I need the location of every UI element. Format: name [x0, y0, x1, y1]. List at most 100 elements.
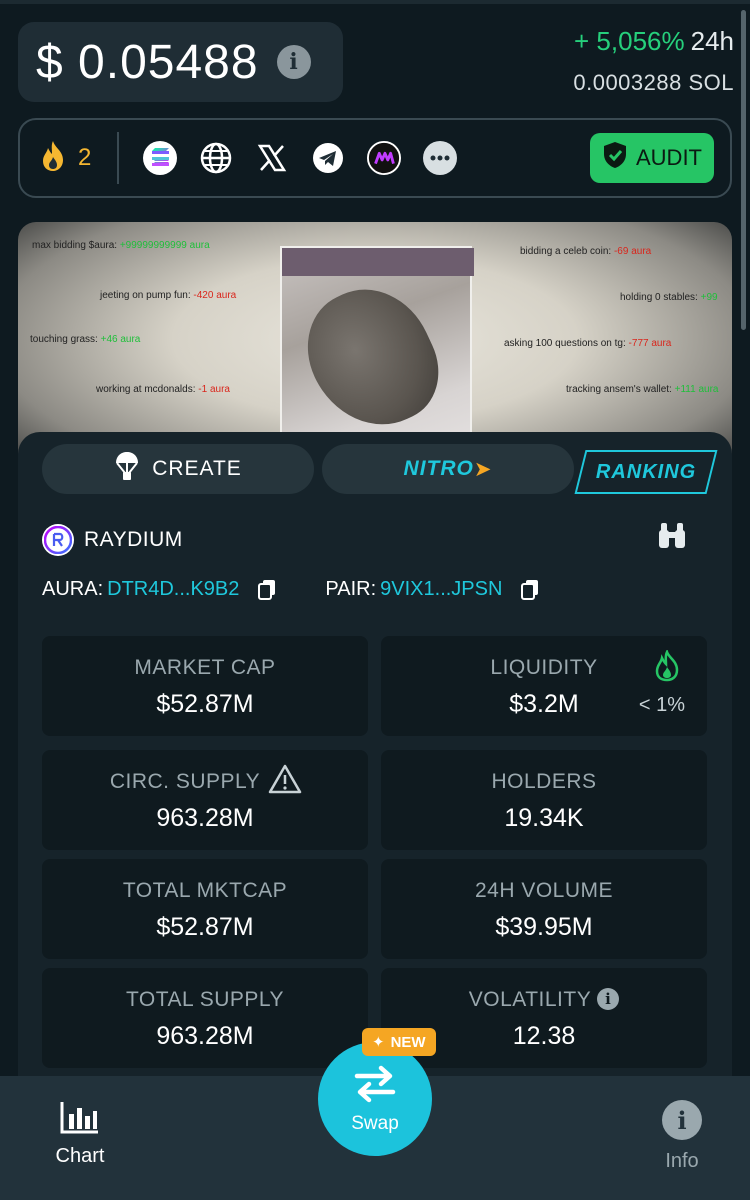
stat-value: 19.34K	[504, 804, 584, 832]
parachute-icon	[114, 451, 140, 487]
fire-count: 2	[78, 144, 92, 171]
binoculars-icon[interactable]	[656, 520, 688, 555]
stat-value: $39.95M	[495, 913, 593, 941]
banner-text: working at mcdonalds: -1 aura	[96, 384, 230, 395]
stat-market-cap: MARKET CAP $52.87M	[42, 636, 368, 736]
banner-value: -420 aura	[193, 290, 237, 301]
stat-label: CIRC. SUPPLY	[109, 770, 261, 793]
nav-info[interactable]: i Info	[650, 1100, 714, 1173]
bar-chart-icon	[60, 1102, 100, 1138]
change-period: 24h	[690, 26, 734, 56]
nitro-flame-icon: ➤	[473, 457, 493, 481]
price-change: + 5,056% 24h	[574, 26, 734, 57]
stat-label: TOTAL MKTCAP	[122, 879, 288, 902]
banner-text: jeeting on pump fun: -420 aura	[100, 290, 236, 301]
banner-label: jeeting on pump fun:	[100, 290, 191, 301]
stat-value: 963.28M	[156, 804, 254, 832]
raydium-icon	[42, 524, 74, 556]
social-bar: 2 AUDIT	[18, 118, 732, 198]
stat-value: $52.87M	[156, 913, 254, 941]
sparkle-icon: ✦	[372, 1034, 385, 1051]
stat-holders: HOLDERS 19.34K	[381, 750, 707, 850]
banner-text: max bidding $aura: +99999999999 aura	[32, 240, 210, 251]
tab-ranking-label: RANKING	[595, 460, 697, 483]
aura-address[interactable]: DTR4D...K9B2	[107, 578, 239, 601]
banner-value: +99999999999 aura	[119, 240, 210, 251]
banner-value: -777 aura	[628, 338, 672, 349]
tab-nitro[interactable]: NITRO ➤	[322, 444, 574, 494]
price-info-icon[interactable]: i	[276, 45, 311, 79]
stat-total-mktcap: TOTAL MKTCAP $52.87M	[42, 859, 368, 959]
audit-button[interactable]: AUDIT	[590, 133, 714, 183]
banner-value: +46 aura	[100, 334, 141, 345]
banner-value: -1 aura	[198, 384, 230, 395]
stat-label: 24H VOLUME	[474, 879, 614, 902]
solana-icon[interactable]	[143, 141, 178, 175]
banner-label: holding 0 stables:	[620, 292, 698, 303]
info-icon: i	[662, 1100, 702, 1140]
stat-label: VOLATILITY	[468, 988, 592, 1011]
banner-value: +111 aura	[674, 384, 719, 395]
action-tabs: CREATE NITRO ➤ RANKING	[42, 444, 718, 496]
x-icon[interactable]	[255, 141, 289, 175]
aura-label: AURA:	[42, 578, 104, 600]
banner-text: touching grass: +46 aura	[30, 334, 140, 345]
swap-arrows-icon	[353, 1064, 397, 1109]
price-display: $ 0.05488 i	[18, 22, 343, 102]
swap-button[interactable]: Swap	[318, 1042, 432, 1156]
tab-create[interactable]: CREATE	[42, 444, 314, 494]
stat-liquidity: LIQUIDITY $3.2M < 1%	[381, 636, 707, 736]
copy-icon[interactable]	[257, 579, 277, 601]
tab-ranking[interactable]: RANKING	[574, 450, 718, 494]
tab-create-label: CREATE	[152, 457, 242, 480]
token-price: $ 0.05488	[36, 35, 259, 89]
scrollbar[interactable]	[741, 10, 746, 330]
divider	[117, 132, 120, 184]
top-bar	[0, 0, 750, 4]
stat-label-wrap: VOLATILITY i	[381, 988, 707, 1012]
banner-label: max bidding $aura:	[32, 240, 118, 251]
liquidity-fire-icon	[653, 648, 681, 687]
banner-label: bidding a celeb coin:	[520, 246, 612, 257]
banner-text: asking 100 questions on tg: -777 aura	[504, 338, 671, 349]
dexscreener-icon[interactable]	[367, 141, 402, 175]
tab-nitro-label: NITRO	[403, 457, 474, 480]
banner-text: holding 0 stables: +99	[620, 292, 718, 303]
more-icon[interactable]	[423, 141, 458, 175]
banner-text: bidding a celeb coin: -69 aura	[520, 246, 651, 257]
globe-icon[interactable]	[199, 141, 233, 175]
token-info-panel: CREATE NITRO ➤ RANKING RAYDIUM AURA: DTR4…	[18, 432, 732, 1132]
pair-address[interactable]: 9VIX1...JPSN	[380, 578, 502, 601]
address-row: AURA: DTR4D...K9B2 PAIR: 9VIX1...JPSN	[42, 578, 588, 601]
stat-value: $52.87M	[156, 690, 254, 718]
stat-value: 963.28M	[156, 1022, 254, 1050]
dex-info: RAYDIUM	[42, 524, 183, 556]
new-badge: ✦ NEW	[362, 1028, 436, 1056]
banner-label: working at mcdonalds:	[96, 384, 196, 395]
audit-label: AUDIT	[636, 145, 702, 170]
change-percent: + 5,056%	[574, 26, 685, 56]
banner-label: tracking ansem's wallet:	[566, 384, 672, 395]
pair-label: PAIR:	[325, 578, 377, 600]
volatility-info-icon[interactable]: i	[597, 988, 620, 1010]
telegram-icon[interactable]	[311, 141, 345, 175]
stat-total-supply: TOTAL SUPPLY 963.28M	[42, 968, 368, 1068]
nav-info-label: Info	[665, 1150, 699, 1172]
banner-label: touching grass:	[30, 334, 98, 345]
banner-label: asking 100 questions on tg:	[504, 338, 626, 349]
swap-label: Swap	[351, 1112, 399, 1134]
stat-circ-supply: CIRC. SUPPLY 963.28M	[42, 750, 368, 850]
stat-label: MARKET CAP	[134, 656, 276, 679]
fire-counter[interactable]: 2	[38, 139, 91, 178]
banner-text: tracking ansem's wallet: +111 aura	[566, 384, 718, 395]
sol-price: 0.0003288 SOL	[573, 70, 734, 95]
stat-label: TOTAL SUPPLY	[125, 988, 285, 1011]
cat-shape	[288, 269, 456, 447]
warning-icon[interactable]	[268, 764, 302, 799]
copy-icon[interactable]	[520, 579, 540, 601]
liquidity-percent: < 1%	[638, 694, 685, 716]
dex-name: RAYDIUM	[84, 528, 183, 551]
nav-chart[interactable]: Chart	[44, 1100, 116, 1168]
photo-stripe	[282, 248, 474, 276]
stat-24h-volume: 24H VOLUME $39.95M	[381, 859, 707, 959]
